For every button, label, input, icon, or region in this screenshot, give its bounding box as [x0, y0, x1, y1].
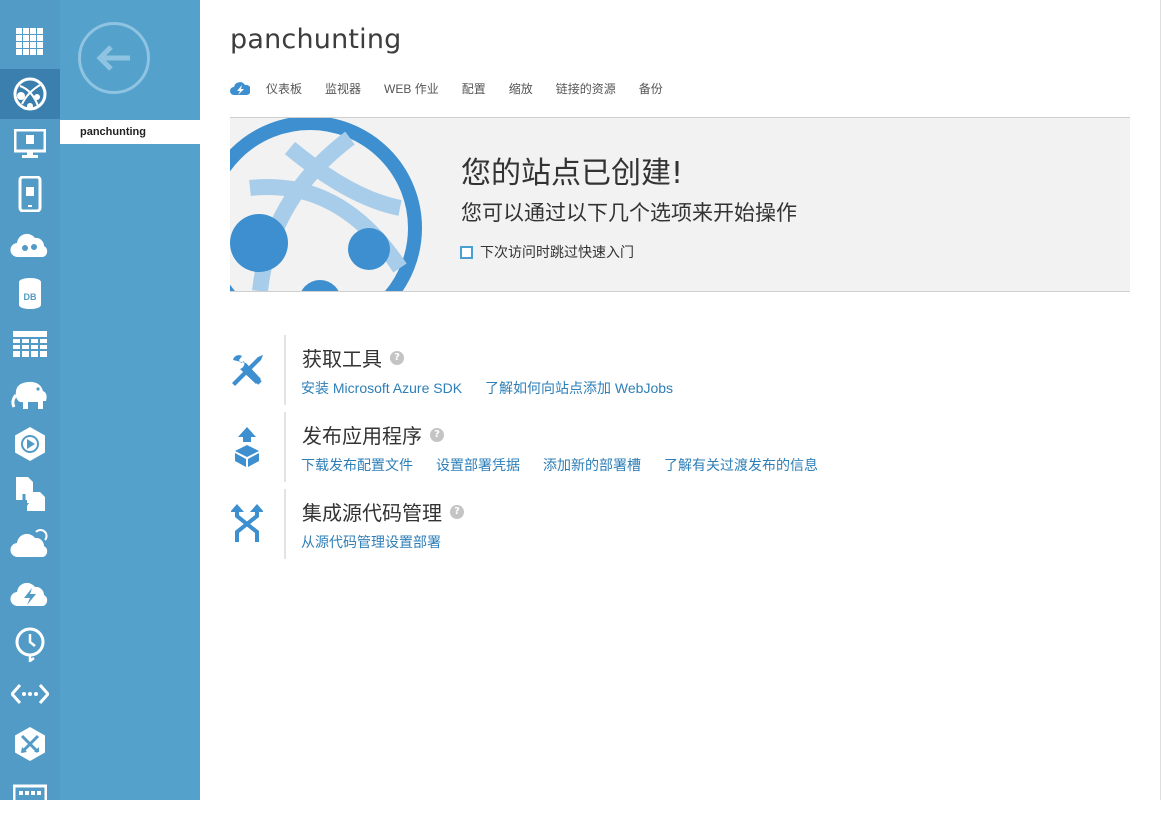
publish-icon	[230, 422, 264, 472]
tab-monitor[interactable]: 监视器	[325, 80, 361, 97]
sql-databases-icon[interactable]: DB	[0, 269, 60, 319]
section-title-text: 发布应用程序	[302, 424, 422, 448]
section-divider	[284, 489, 286, 559]
skip-quickstart-label[interactable]: 下次访问时跳过快速入门	[480, 242, 634, 262]
help-icon[interactable]: ?	[430, 427, 444, 442]
tab-webjobs[interactable]: WEB 作业	[384, 80, 439, 97]
tab-configure[interactable]: 配置	[462, 80, 486, 97]
service-bus-icon[interactable]	[0, 469, 60, 519]
cache-icon[interactable]	[0, 569, 60, 619]
section-title: 集成源代码管理 ?	[302, 497, 464, 526]
section-get-tools: 获取工具 ? 安装 Microsoft Azure SDK 了解如何向站点添加 …	[230, 335, 1130, 405]
section-source-control: 集成源代码管理 ? 从源代码管理设置部署	[230, 489, 1130, 559]
management-services-icon[interactable]	[0, 772, 60, 822]
quickstart-banner: 您的站点已创建! 您可以通过以下几个选项来开始操作 下次访问时跳过快速入门	[230, 117, 1130, 292]
websites-icon[interactable]	[0, 69, 60, 119]
banner-subtitle: 您可以通过以下几个选项来开始操作	[461, 201, 797, 225]
link-setup-source-control-deploy[interactable]: 从源代码管理设置部署	[301, 532, 441, 552]
website-globe-icon	[230, 118, 422, 291]
section-divider	[284, 335, 286, 405]
cloud-services-icon[interactable]	[0, 219, 60, 269]
tab-scale[interactable]: 缩放	[509, 80, 533, 97]
mobile-services-icon[interactable]	[0, 169, 60, 219]
source-control-icon	[230, 499, 264, 549]
networks-icon[interactable]	[0, 669, 60, 719]
traffic-manager-icon[interactable]	[0, 719, 60, 769]
section-divider	[284, 412, 286, 482]
hdinsight-icon[interactable]	[0, 369, 60, 419]
scheduler-icon[interactable]	[0, 619, 60, 669]
media-services-icon[interactable]	[0, 419, 60, 469]
link-learn-staged-publishing[interactable]: 了解有关过渡发布的信息	[664, 455, 818, 475]
section-links: 下载发布配置文件 设置部署凭据 添加新的部署槽 了解有关过渡发布的信息	[301, 455, 841, 475]
section-publish-app: 发布应用程序 ? 下载发布配置文件 设置部署凭据 添加新的部署槽 了解有关过渡发…	[230, 412, 1130, 482]
main-content: panchunting 仪表板 监视器 WEB 作业 配置 缩放 链接的资源 备…	[200, 0, 1161, 800]
help-icon[interactable]: ?	[450, 504, 464, 519]
banner-title: 您的站点已创建!	[461, 156, 684, 191]
section-links: 从源代码管理设置部署	[301, 532, 464, 552]
quickstart-cloud-icon[interactable]	[230, 80, 250, 96]
secondary-nav: panchunting	[60, 0, 200, 800]
section-title-text: 获取工具	[302, 347, 382, 371]
help-icon[interactable]: ?	[390, 350, 404, 365]
svg-text:DB: DB	[24, 292, 37, 302]
section-title: 获取工具 ?	[302, 343, 404, 372]
skip-quickstart-row: 下次访问时跳过快速入门	[460, 242, 634, 262]
arrow-left-icon	[96, 45, 130, 71]
tab-linked-resources[interactable]: 链接的资源	[556, 80, 616, 97]
link-set-deployment-credentials[interactable]: 设置部署凭据	[436, 455, 520, 475]
tab-backups[interactable]: 备份	[639, 80, 663, 97]
cloud-icon[interactable]	[0, 519, 60, 569]
virtual-machines-icon[interactable]	[0, 119, 60, 169]
icon-rail: DB	[0, 0, 60, 811]
page-title: panchunting	[230, 24, 402, 55]
tab-bar: 仪表板 监视器 WEB 作业 配置 缩放 链接的资源 备份	[230, 78, 686, 98]
all-items-grid-icon[interactable]	[0, 17, 60, 67]
subnav-item-site[interactable]: panchunting	[60, 120, 200, 144]
section-title-text: 集成源代码管理	[302, 501, 442, 525]
link-install-azure-sdk[interactable]: 安装 Microsoft Azure SDK	[301, 378, 462, 398]
section-title: 发布应用程序 ?	[302, 420, 444, 449]
link-download-publish-profile[interactable]: 下载发布配置文件	[301, 455, 413, 475]
link-add-deployment-slot[interactable]: 添加新的部署槽	[543, 455, 641, 475]
tab-dashboard[interactable]: 仪表板	[266, 80, 302, 97]
section-links: 安装 Microsoft Azure SDK 了解如何向站点添加 WebJobs	[301, 378, 696, 398]
storage-icon[interactable]	[0, 319, 60, 369]
back-button[interactable]	[78, 22, 150, 94]
tools-icon	[230, 345, 264, 395]
link-learn-webjobs[interactable]: 了解如何向站点添加 WebJobs	[485, 378, 673, 398]
skip-quickstart-checkbox[interactable]	[460, 245, 473, 259]
